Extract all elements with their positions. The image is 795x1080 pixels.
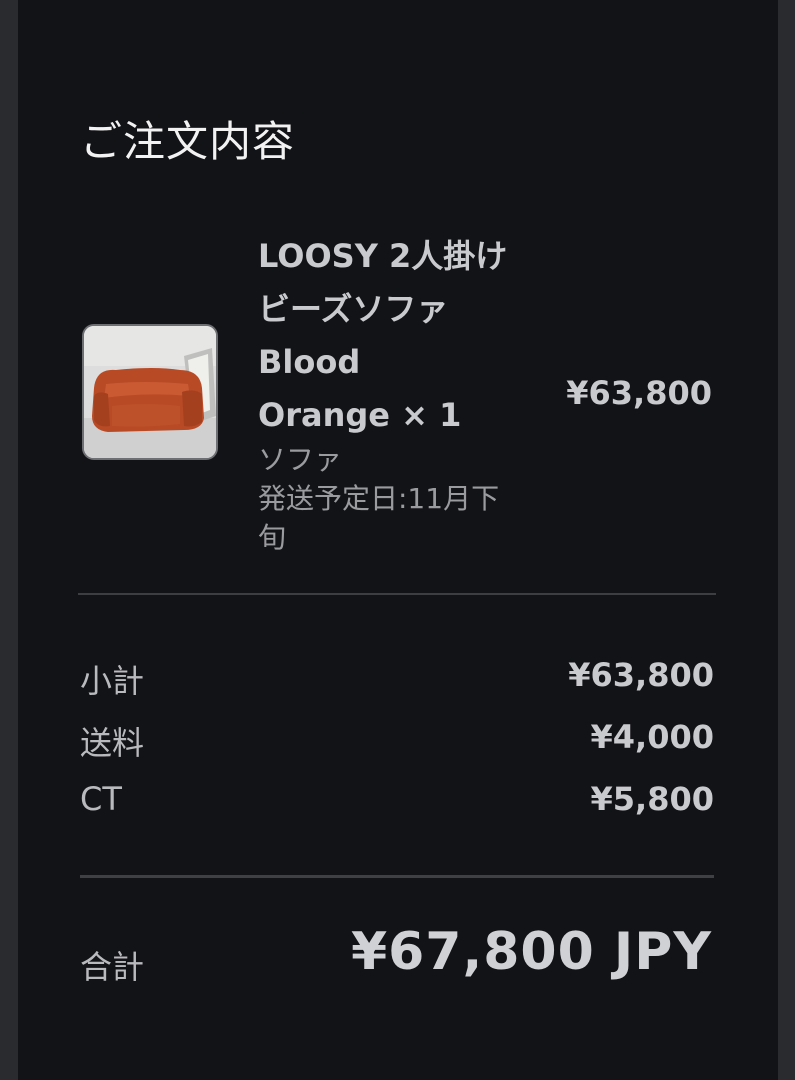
product-name: LOOSY 2人掛け ビーズソファ Blood Orange × 1 — [258, 230, 528, 442]
divider — [78, 593, 716, 595]
order-summary-panel: ご注文内容 LOOSY 2人掛け ビーズソファ Blood Orange × 1… — [18, 0, 778, 1080]
product-name-line: LOOSY 2人掛け — [258, 237, 508, 275]
product-meta: ソファ 発送予定日:11月下 旬 — [258, 440, 528, 557]
order-title: ご注文内容 — [80, 117, 296, 166]
total-label: 合計 — [80, 948, 145, 986]
summary-value: ¥5,800 — [590, 780, 714, 818]
product-name-line: ビーズソファ — [258, 290, 449, 328]
summary-label: 送料 — [80, 724, 145, 762]
summary-row-ct: CT ¥5,800 — [80, 780, 714, 824]
summary-value: ¥63,800 — [568, 656, 714, 694]
summary-label: CT — [80, 780, 122, 818]
total-value: ¥67,800 JPY — [350, 922, 712, 982]
product-thumbnail — [82, 324, 218, 460]
shipping-date-line: 旬 — [258, 521, 287, 554]
product-name-line: Orange × 1 — [258, 396, 462, 434]
product-name-line: Blood — [258, 343, 361, 381]
divider — [80, 875, 714, 878]
shipping-date-line: 発送予定日:11月下 — [258, 482, 500, 515]
summary-row-subtotal: 小計 ¥63,800 — [80, 656, 714, 700]
orange-sofa-photo-icon — [84, 326, 216, 458]
summary-label: 小計 — [80, 662, 145, 700]
item-price: ¥63,800 — [566, 374, 712, 412]
summary-value: ¥4,000 — [590, 718, 714, 756]
summary-row-shipping: 送料 ¥4,000 — [80, 718, 714, 762]
product-category: ソファ — [258, 443, 343, 476]
